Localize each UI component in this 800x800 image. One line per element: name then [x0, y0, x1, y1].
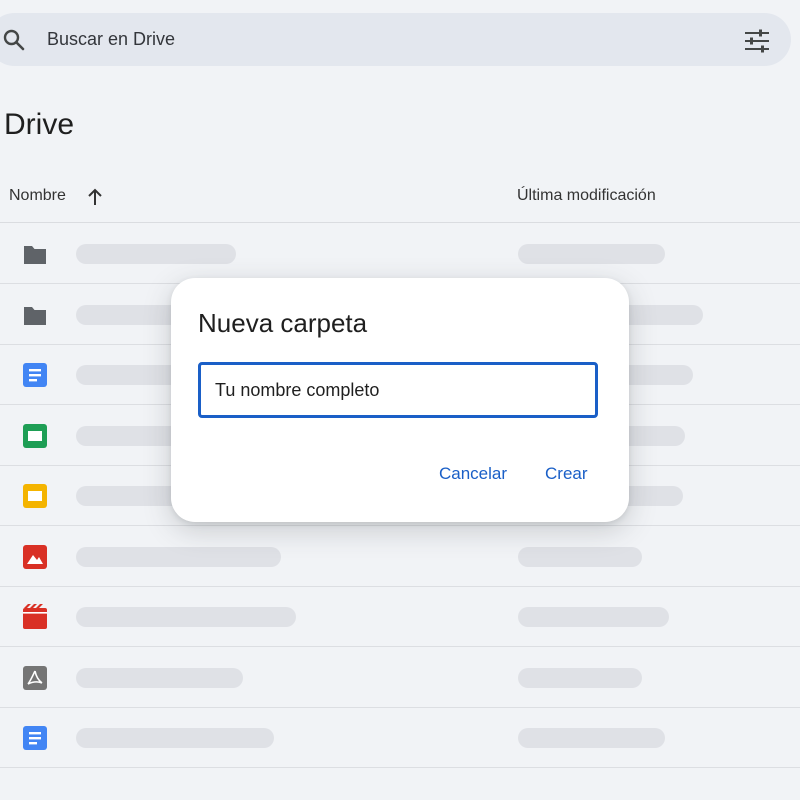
- video-icon: [23, 604, 47, 629]
- create-button[interactable]: Crear: [545, 464, 588, 484]
- file-name-placeholder: [76, 244, 236, 264]
- file-date-placeholder: [518, 244, 665, 264]
- docs-icon: [23, 726, 47, 750]
- file-row[interactable]: [0, 526, 800, 587]
- file-name-placeholder: [76, 667, 243, 688]
- search-input[interactable]: Buscar en Drive: [47, 29, 175, 50]
- column-header-modified[interactable]: Última modificación: [517, 187, 656, 205]
- file-date-placeholder: [518, 728, 665, 748]
- sort-ascending-icon[interactable]: [86, 187, 104, 207]
- file-date-placeholder: [518, 546, 642, 567]
- file-name-placeholder: [76, 728, 274, 748]
- page-title: Drive: [4, 108, 75, 141]
- new-folder-dialog: Nueva carpeta Cancelar Crear: [171, 278, 629, 522]
- docs-icon: [23, 363, 47, 387]
- image-icon: [23, 544, 47, 569]
- folder-icon: [24, 306, 46, 325]
- sheets-icon: [23, 423, 47, 448]
- column-header-name[interactable]: Nombre: [9, 187, 66, 205]
- slides-icon: [23, 484, 47, 508]
- pdf-icon: [23, 665, 47, 690]
- search-icon[interactable]: [2, 28, 26, 52]
- file-row[interactable]: [0, 223, 800, 284]
- file-name-placeholder: [76, 546, 281, 567]
- file-row[interactable]: [0, 707, 800, 768]
- file-date-placeholder: [518, 667, 642, 688]
- folder-name-input[interactable]: [198, 362, 598, 418]
- file-name-placeholder: [76, 607, 296, 627]
- file-row[interactable]: [0, 647, 800, 708]
- cancel-button[interactable]: Cancelar: [439, 464, 507, 484]
- file-date-placeholder: [518, 607, 669, 627]
- file-row[interactable]: [0, 586, 800, 647]
- dialog-title: Nueva carpeta: [198, 308, 368, 338]
- folder-icon: [24, 246, 46, 264]
- search-options-icon[interactable]: [744, 29, 770, 53]
